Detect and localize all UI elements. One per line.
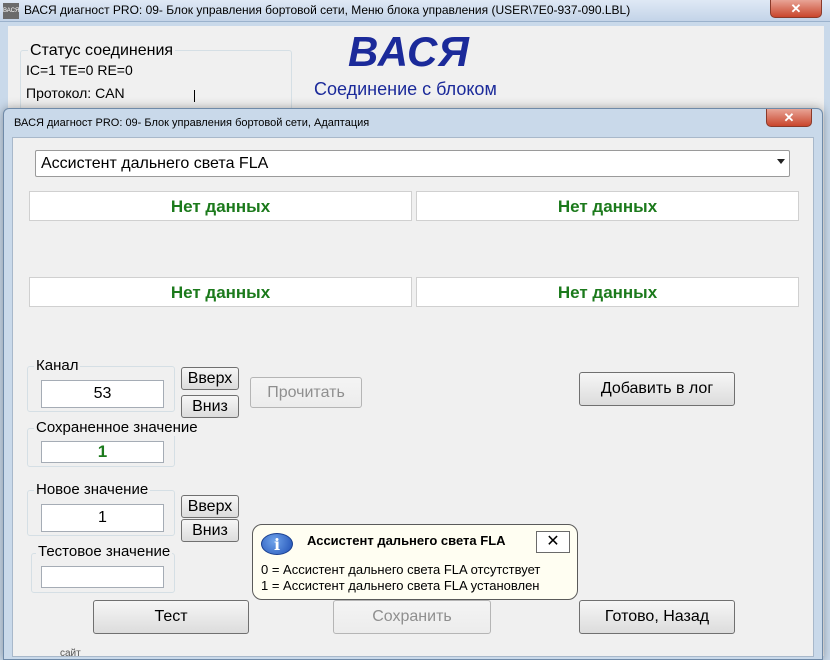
tooltip-close-button[interactable]: ✕ (536, 531, 570, 553)
new-value-input[interactable]: 1 (41, 504, 164, 532)
test-value-label: Тестовое значение (36, 543, 173, 560)
saved-value-field: 1 (41, 441, 164, 463)
read-button[interactable]: Прочитать (250, 377, 362, 408)
save-button[interactable]: Сохранить (333, 600, 491, 634)
main-window-title: ВАСЯ диагност PRO: 09- Блок управления б… (24, 3, 631, 17)
tooltip-line-2: 1 = Ассистент дальнего света FLA установ… (261, 578, 540, 593)
tooltip-line-1: 0 = Ассистент дальнего света FLA отсутст… (261, 562, 541, 577)
footer-text: сайт (60, 648, 81, 659)
data-field-1: Нет данных (29, 191, 412, 221)
dialog-close-button[interactable]: ✕ (766, 109, 812, 127)
dialog-title: ВАСЯ диагност PRO: 09- Блок управления б… (14, 117, 370, 129)
connection-counters: IC=1 TE=0 RE=0 (26, 62, 133, 78)
test-value-input[interactable] (41, 566, 164, 588)
main-close-button[interactable]: ✕ (770, 0, 822, 18)
app-icon: ВАСЯ (3, 3, 19, 19)
new-value-down-button[interactable]: Вниз (181, 519, 239, 542)
add-to-log-button[interactable]: Добавить в лог (579, 372, 735, 406)
channel-down-button[interactable]: Вниз (181, 395, 239, 418)
data-field-3: Нет данных (29, 277, 412, 307)
data-field-4: Нет данных (416, 277, 799, 307)
new-value-up-button[interactable]: Вверх (181, 495, 239, 518)
info-tooltip: i Ассистент дальнего света FLA ✕ 0 = Асс… (252, 524, 578, 600)
function-select[interactable]: Ассистент дальнего света FLA (35, 150, 790, 177)
brand-subtitle: Соединение с блоком (314, 79, 497, 99)
channel-up-button[interactable]: Вверх (181, 367, 239, 390)
main-titlebar[interactable]: ВАСЯ ВАСЯ диагност PRO: 09- Блок управле… (0, 0, 830, 22)
connection-protocol: Протокол: CAN (26, 85, 125, 101)
chevron-down-icon (777, 159, 785, 164)
info-icon: i (261, 533, 293, 555)
new-value-label: Новое значение (34, 481, 151, 498)
text-cursor (194, 90, 195, 102)
function-select-value: Ассистент дальнего света FLA (41, 155, 269, 172)
tooltip-title: Ассистент дальнего света FLA (307, 533, 506, 548)
done-back-button[interactable]: Готово, Назад (579, 600, 735, 634)
saved-value-label: Сохраненное значение (34, 419, 200, 436)
data-field-2: Нет данных (416, 191, 799, 221)
channel-input[interactable]: 53 (41, 380, 164, 408)
connection-status-title: Статус соединения (28, 42, 176, 60)
test-button[interactable]: Тест (93, 600, 249, 634)
brand-logo: ВАСЯ (348, 28, 470, 75)
channel-label: Канал (34, 357, 81, 374)
